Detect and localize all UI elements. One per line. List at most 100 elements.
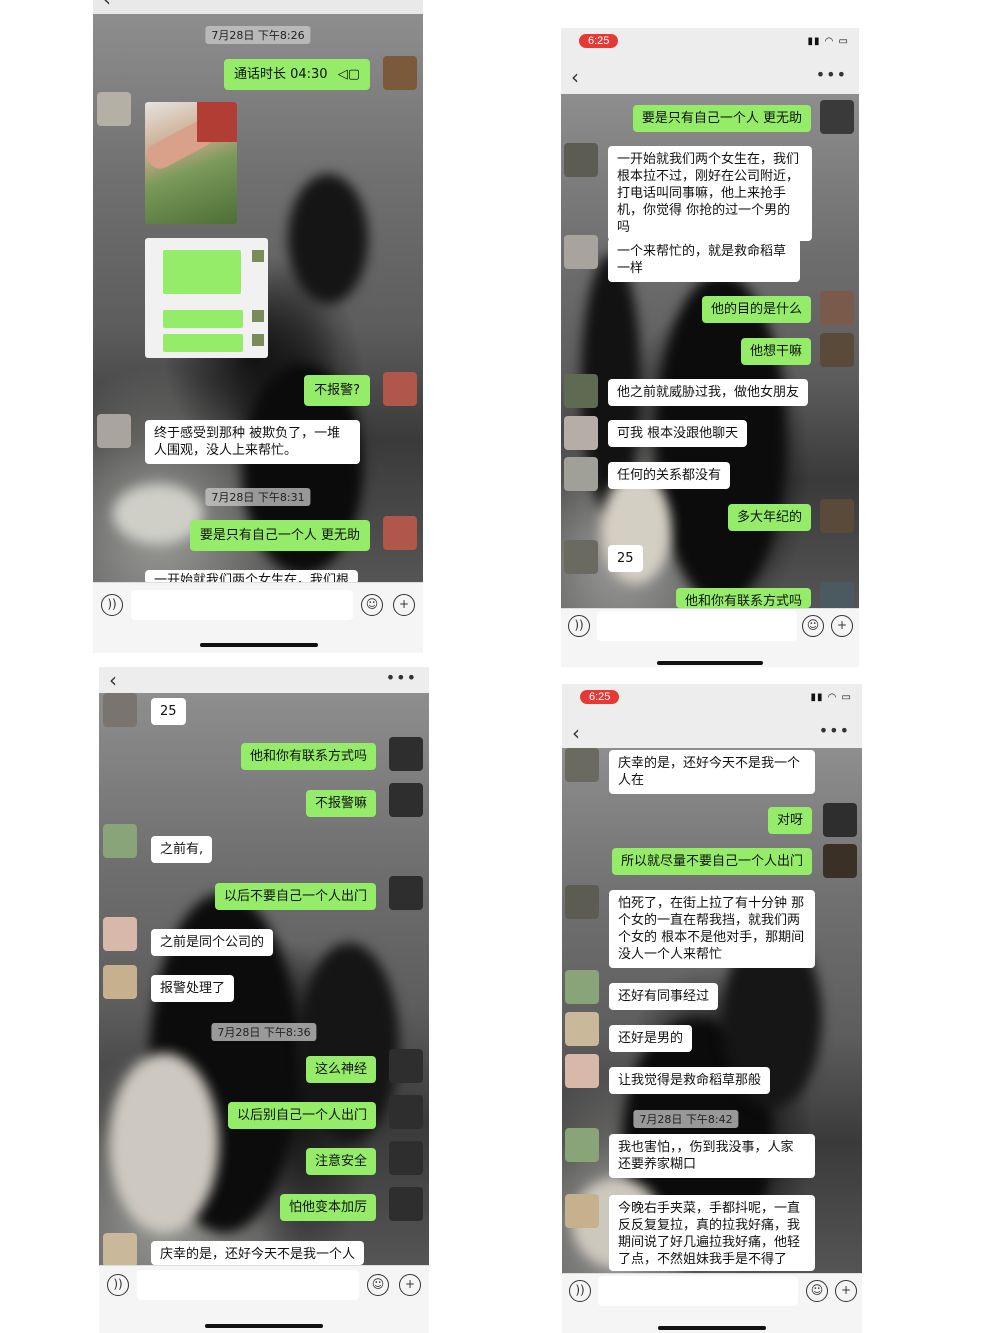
more-icon[interactable]: •••	[816, 62, 847, 88]
message-bubble[interactable]: 他的目的是什么	[701, 296, 811, 323]
input-bar: )) ☺ +	[562, 1273, 862, 1333]
message-bubble[interactable]: 他和你有联系方式吗	[675, 588, 811, 608]
injury-photo[interactable]	[145, 102, 237, 224]
voice-icon[interactable]: ))	[101, 594, 123, 616]
back-icon[interactable]: ‹	[571, 62, 579, 92]
avatar	[564, 235, 598, 269]
message-bubble[interactable]: 对呀	[767, 807, 812, 834]
message-bubble[interactable]: 以后不要自己一个人出门	[214, 883, 376, 910]
avatar	[389, 1095, 423, 1129]
avatar	[103, 965, 137, 999]
message-input[interactable]	[598, 1276, 798, 1306]
message-bubble[interactable]: 怕他变本加厉	[279, 1194, 376, 1221]
message-bubble[interactable]: 还好是男的	[609, 1025, 693, 1052]
avatar	[564, 143, 598, 177]
avatar	[103, 824, 137, 858]
emoji-icon[interactable]: ☺	[361, 594, 383, 616]
more-icon[interactable]: •••	[819, 718, 850, 744]
message-bubble[interactable]: 终于感受到那种 被欺负了，一堆人围观，没人上来帮忙。	[145, 420, 360, 464]
forwarded-chat-screenshot[interactable]	[145, 238, 268, 358]
message-bubble[interactable]: 注意安全	[305, 1148, 376, 1175]
status-time: 6:25	[580, 690, 620, 704]
message-bubble[interactable]: 庆幸的是，还好今天不是我一个人在	[609, 750, 815, 794]
emoji-icon[interactable]: ☺	[802, 615, 824, 637]
avatar	[383, 56, 417, 90]
home-indicator	[205, 1324, 323, 1328]
message-bubble[interactable]: 要是只有自己一个人 更无助	[632, 105, 811, 132]
more-icon[interactable]: •••	[386, 667, 417, 691]
emoji-icon[interactable]: ☺	[367, 1274, 389, 1296]
message-bubble[interactable]: 一个来帮忙的，就是救命稻草一样	[608, 238, 800, 282]
call-duration-bubble[interactable]: 通话时长 04:30 ◁▢	[223, 59, 370, 90]
message-bubble[interactable]: 任何的关系都没有	[608, 462, 731, 489]
message-input[interactable]	[137, 1270, 359, 1300]
back-icon[interactable]: ‹	[572, 718, 580, 748]
message-bubble[interactable]: 可我 根本没跟他聊天	[608, 420, 748, 447]
home-indicator	[658, 1326, 766, 1330]
plus-icon[interactable]: +	[835, 1280, 857, 1302]
message-bubble[interactable]: 报警处理了	[151, 975, 235, 1002]
input-bar: )) ☺ +	[99, 1265, 429, 1333]
nav-bar: 6:25 ▮▮ ◠ ▭ ‹ •••	[562, 684, 862, 748]
avatar	[565, 970, 599, 1004]
message-bubble[interactable]: 之前有,	[151, 836, 213, 863]
timestamp: 7月28日 下午8:26	[205, 26, 311, 44]
avatar	[564, 416, 598, 450]
avatar	[565, 1128, 599, 1162]
avatar	[820, 499, 854, 533]
message-bubble[interactable]: 25	[151, 698, 186, 725]
chat-area: 7月28日 下午8:26 通话时长 04:30 ◁▢ 不报警? 终于感受到那种 …	[93, 14, 423, 584]
status-bar: 6:25 ▮▮ ◠ ▭	[562, 684, 862, 710]
chat-area: 要是只有自己一个人 更无助 一开始就我们两个女生在，我们根本拉不过，刚好在公司附…	[561, 94, 859, 616]
message-input[interactable]	[597, 611, 797, 641]
nav-bar: ‹	[93, 0, 423, 14]
message-bubble[interactable]: 不报警嘛	[305, 790, 376, 817]
avatar	[389, 737, 423, 771]
message-bubble[interactable]: 之前是同个公司的	[151, 929, 274, 956]
voice-icon[interactable]: ))	[569, 1280, 591, 1302]
avatar	[823, 803, 857, 837]
input-bar: )) ☺ +	[561, 608, 859, 667]
input-bar: )) ☺ +	[93, 582, 423, 653]
back-icon[interactable]: ‹	[103, 0, 111, 14]
message-bubble[interactable]: 多大年纪的	[727, 504, 811, 531]
message-bubble[interactable]: 我也害怕，，伤到我没事，人家还要养家糊口	[609, 1134, 815, 1178]
message-bubble[interactable]: 所以就尽量不要自己一个人出门	[611, 848, 812, 875]
avatar	[823, 844, 857, 878]
nav-bar: ‹ •••	[99, 667, 429, 693]
message-bubble[interactable]: 还好有同事经过	[609, 983, 719, 1010]
emoji-icon[interactable]: ☺	[806, 1280, 828, 1302]
avatar	[389, 1187, 423, 1221]
avatar	[97, 92, 131, 126]
avatar	[103, 693, 137, 727]
plus-icon[interactable]: +	[831, 615, 853, 637]
message-bubble[interactable]: 他和你有联系方式吗	[240, 743, 376, 770]
message-bubble[interactable]: 不报警?	[304, 375, 370, 406]
avatar	[389, 783, 423, 817]
plus-icon[interactable]: +	[393, 594, 415, 616]
message-bubble[interactable]: 这么神经	[305, 1056, 376, 1083]
avatar	[389, 876, 423, 910]
message-bubble[interactable]: 庆幸的是，还好今天不是我一个人	[151, 1241, 365, 1265]
avatar	[389, 1141, 423, 1175]
message-bubble[interactable]: 他之前就威胁过我，做他女朋友	[608, 379, 809, 406]
message-bubble[interactable]: 以后别自己一个人出门	[227, 1102, 376, 1129]
message-bubble[interactable]: 怕死了，在街上拉了有十分钟 那个女的一直在帮我挡，就我们两个女的 根本不是他对手…	[609, 890, 815, 968]
voice-icon[interactable]: ))	[107, 1274, 129, 1296]
avatar	[564, 457, 598, 491]
message-bubble[interactable]: 让我觉得是救命稻草那般	[609, 1067, 771, 1094]
message-input[interactable]	[131, 590, 353, 620]
message-bubble[interactable]: 今晚右手夹菜，手都抖呢，一直反反复复拉，真的拉我好痛，我期间说了好几遍拉我好痛，…	[609, 1195, 815, 1271]
message-bubble[interactable]: 一开始就我们两个女生在，我们根本拉不过，刚好在公司附近，打电话叫同事嘛，他上来抢…	[608, 146, 812, 241]
avatar	[383, 516, 417, 550]
avatar	[564, 374, 598, 408]
plus-icon[interactable]: +	[399, 1274, 421, 1296]
screenshot-2: 6:25 ▮▮ ◠ ▭ ‹ ••• 要是只有自己一个人 更无助 一开始就我们两个…	[561, 28, 859, 667]
timestamp: 7月28日 下午8:36	[211, 1023, 317, 1041]
message-bubble[interactable]: 他想干嘛	[740, 338, 811, 365]
message-bubble[interactable]: 25	[608, 545, 643, 572]
voice-icon[interactable]: ))	[568, 615, 590, 637]
back-icon[interactable]: ‹	[109, 667, 117, 695]
avatar	[820, 291, 854, 325]
message-bubble[interactable]: 要是只有自己一个人 更无助	[189, 520, 370, 551]
